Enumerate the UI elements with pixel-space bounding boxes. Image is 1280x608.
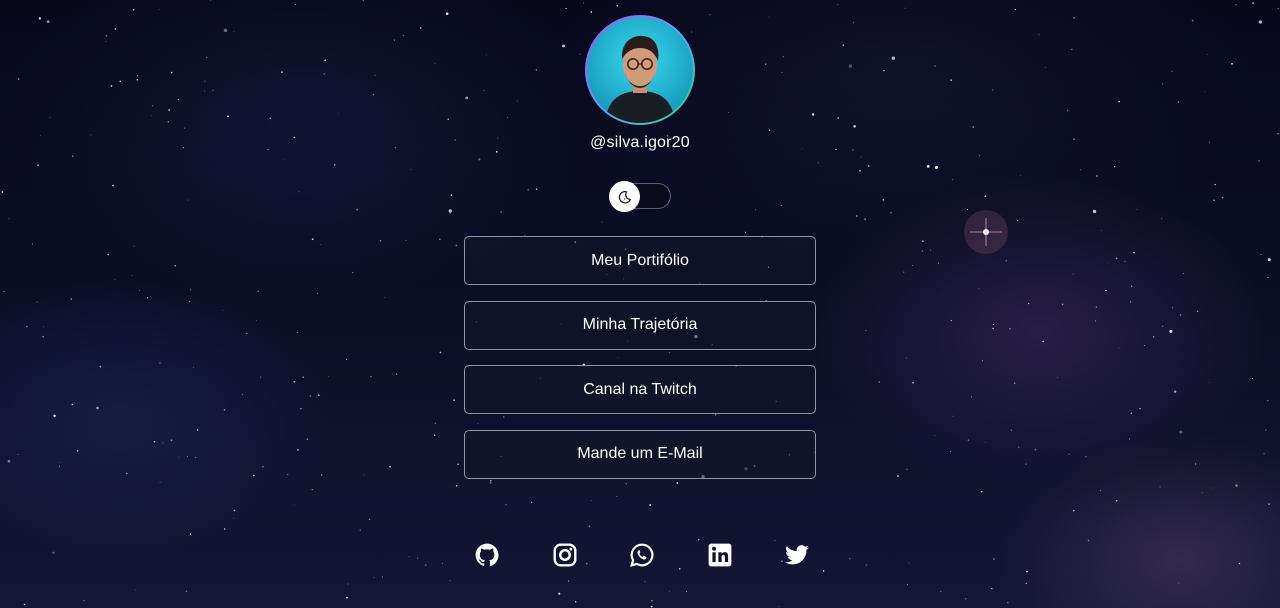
career-link-button[interactable]: Minha Trajetória xyxy=(464,300,816,350)
whatsapp-link[interactable] xyxy=(627,540,657,570)
theme-toggle[interactable] xyxy=(609,181,671,212)
twitter-link[interactable] xyxy=(782,540,812,570)
email-link-button[interactable]: Mande um E-Mail xyxy=(464,429,816,479)
username: @silva.igor20 xyxy=(590,134,690,151)
linkedin-link[interactable] xyxy=(705,540,735,570)
link-list: Meu Portifólio Minha Trajetória Canal na… xyxy=(464,236,816,494)
twitter-icon xyxy=(785,545,809,565)
portfolio-link-button[interactable]: Meu Portifólio xyxy=(464,236,816,285)
whatsapp-icon xyxy=(630,543,654,567)
profile-photo xyxy=(587,17,693,123)
instagram-icon xyxy=(553,543,576,567)
toggle-knob[interactable] xyxy=(609,181,640,212)
github-icon xyxy=(475,543,499,567)
twitch-link-button[interactable]: Canal na Twitch xyxy=(464,365,816,414)
linkedin-icon xyxy=(708,543,731,567)
link-page: @silva.igor20 Meu Portifólio Minha Traje… xyxy=(0,0,1280,608)
github-link[interactable] xyxy=(472,540,502,570)
avatar xyxy=(585,15,695,125)
instagram-link[interactable] xyxy=(550,540,580,570)
moon-icon xyxy=(618,190,631,203)
social-links xyxy=(472,540,812,570)
